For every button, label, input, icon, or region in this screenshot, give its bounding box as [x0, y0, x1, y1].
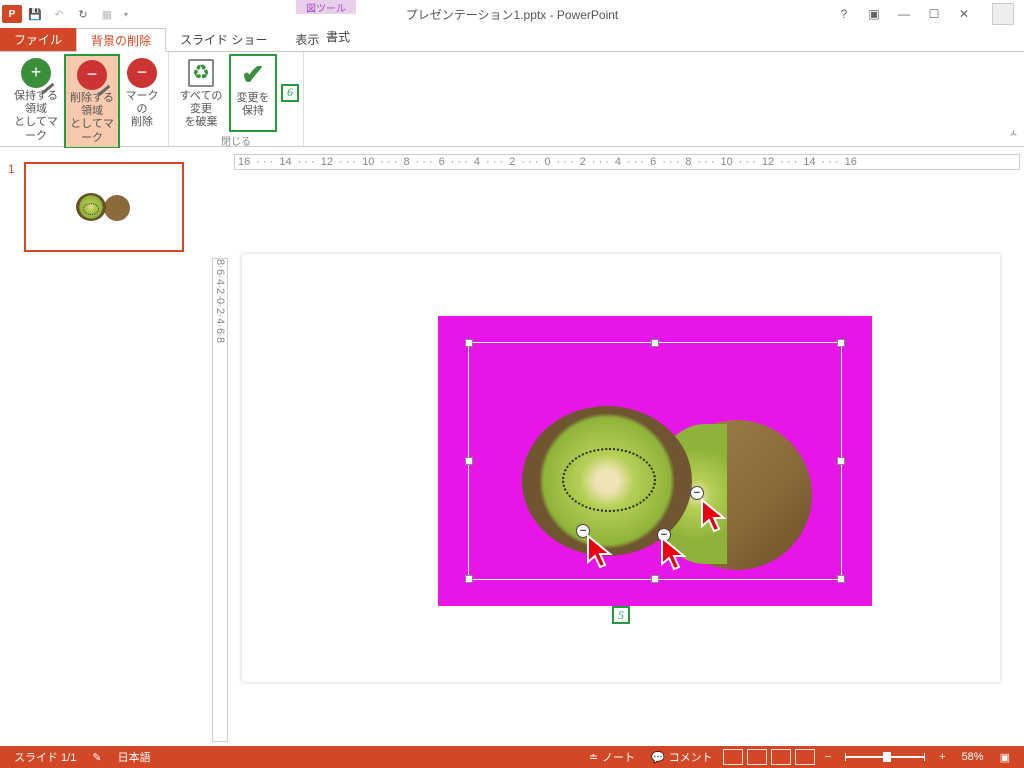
zoom-out-icon[interactable]: − [817, 751, 839, 763]
notes-toggle[interactable]: ≐ ノート [581, 749, 643, 765]
collapse-ribbon-icon[interactable]: ㅅ [1009, 125, 1018, 140]
status-bar: スライド 1/1 ✎ 日本語 ≐ ノート 💬 コメント − + 58% ▣ [0, 746, 1024, 768]
slide-counter[interactable]: スライド 1/1 [6, 749, 84, 765]
resize-handle[interactable] [837, 575, 845, 583]
marquee-selection[interactable] [468, 342, 842, 580]
save-icon[interactable]: 💾 [24, 3, 46, 25]
tab-format[interactable]: 書式 [312, 28, 364, 45]
close-icon[interactable]: ✕ [956, 7, 972, 21]
minimize-icon[interactable]: — [896, 7, 912, 21]
zoom-slider-thumb[interactable] [883, 752, 891, 762]
tab-background-removal[interactable]: 背景の削除 [76, 28, 166, 52]
start-from-beginning-icon[interactable]: ▦ [96, 3, 118, 25]
undo-icon[interactable]: ↶ [48, 3, 70, 25]
callout-badge-5: 5 [612, 606, 630, 624]
keep-changes-button[interactable]: ✔ 変更を 保持 [229, 54, 277, 132]
reading-view-icon[interactable] [771, 749, 791, 765]
user-avatar[interactable] [992, 3, 1014, 25]
thumbnail-preview [24, 162, 184, 252]
ribbon: + 保持する領域 としてマーク − 削除する領域 としてマーク − マークの 削… [0, 52, 1024, 147]
app-icon: P [2, 5, 22, 23]
callout-badge-6: 6 [281, 84, 299, 102]
resize-handle[interactable] [837, 339, 845, 347]
resize-handle[interactable] [837, 457, 845, 465]
window-title: プレゼンテーション1.pptx - PowerPoint [406, 6, 618, 23]
help-icon[interactable]: ? [836, 7, 852, 21]
mark-areas-to-keep-button[interactable]: + 保持する領域 としてマーク [8, 54, 64, 149]
window-controls: ? ▣ — ☐ ✕ [836, 3, 1024, 25]
delete-mark-button[interactable]: − マークの 削除 [120, 54, 164, 149]
zoom-slider[interactable] [845, 756, 925, 758]
kiwi-thumbnail-image [76, 191, 132, 223]
slideshow-view-icon[interactable] [795, 749, 815, 765]
resize-handle[interactable] [651, 339, 659, 347]
resize-handle[interactable] [465, 457, 473, 465]
resize-handle[interactable] [465, 575, 473, 583]
mark-areas-to-remove-button[interactable]: − 削除する領域 としてマーク [64, 54, 120, 149]
slide-thumbnail-1[interactable]: 1 [10, 162, 188, 252]
zoom-in-icon[interactable]: + [931, 751, 953, 763]
resize-handle[interactable] [465, 339, 473, 347]
fit-to-window-icon[interactable]: ▣ [992, 751, 1018, 764]
language-indicator[interactable]: 日本語 [110, 749, 159, 765]
ribbon-group-close: ♻ すべての変更 を破棄 ✔ 変更を 保持 6 閉じる [169, 52, 304, 146]
ribbon-tabs: ファイル 背景の削除 スライド ショー 表示 書式 [0, 28, 1024, 52]
qat-dropdown-icon[interactable]: ▾ [120, 10, 132, 19]
maximize-icon[interactable]: ☐ [926, 7, 942, 21]
spellcheck-icon[interactable]: ✎ [84, 751, 109, 764]
ribbon-group-refine: + 保持する領域 としてマーク − 削除する領域 としてマーク − マークの 削… [4, 52, 169, 146]
sorter-view-icon[interactable] [747, 749, 767, 765]
ribbon-display-icon[interactable]: ▣ [866, 7, 882, 21]
quick-access-toolbar: P 💾 ↶ ↻ ▦ ▾ [0, 3, 132, 25]
discard-all-changes-button[interactable]: ♻ すべての変更 を破棄 [173, 54, 229, 132]
slide-canvas[interactable]: − − − 5 [242, 254, 1000, 682]
tab-slideshow[interactable]: スライド ショー [166, 28, 281, 51]
normal-view-icon[interactable] [723, 749, 743, 765]
comments-toggle[interactable]: 💬 コメント [643, 749, 721, 765]
redo-icon[interactable]: ↻ [72, 3, 94, 25]
group-label-close: 閉じる [173, 132, 299, 148]
vertical-ruler: 8·6·4·2·0·2·4·6·8 [212, 258, 228, 742]
tab-file[interactable]: ファイル [0, 28, 76, 51]
resize-handle[interactable] [651, 575, 659, 583]
title-bar: P 💾 ↶ ↻ ▦ ▾ 図ツール プレゼンテーション1.pptx - Power… [0, 0, 1024, 28]
slide-edit-area: 16· · ·14· · ·12· · ·10· · ·8· · ·6· · ·… [198, 148, 1024, 746]
horizontal-ruler: 16· · ·14· · ·12· · ·10· · ·8· · ·6· · ·… [234, 154, 1020, 170]
slide-thumbnail-panel[interactable]: 1 [0, 148, 198, 746]
zoom-percent[interactable]: 58% [954, 751, 992, 763]
contextual-tab-label: 図ツール [296, 0, 356, 28]
workspace: 1 16· · ·14· · ·12· · ·10· · ·8· · ·6· ·… [0, 148, 1024, 746]
